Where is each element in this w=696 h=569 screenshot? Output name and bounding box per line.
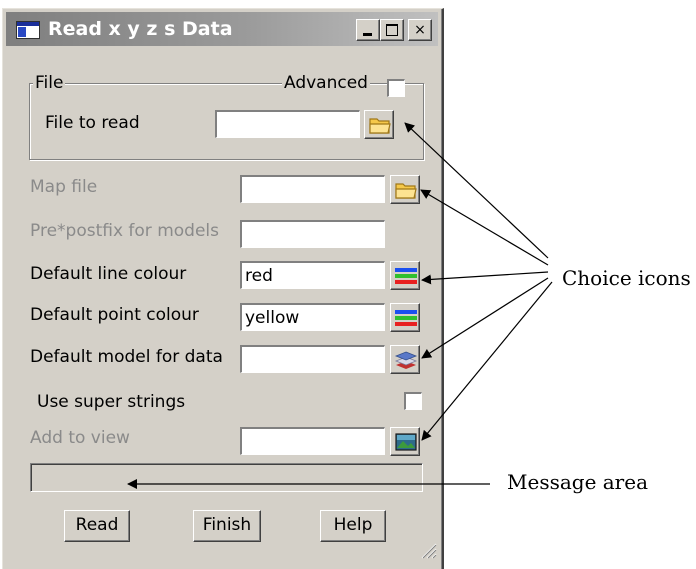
prepostfix-label: Pre*postfix for models (30, 221, 219, 241)
prepostfix-input[interactable] (240, 220, 385, 248)
super-strings-checkbox[interactable] (404, 392, 422, 410)
choice-icons-annotation: Choice icons (562, 266, 691, 290)
folder-icon (369, 118, 391, 134)
add-to-view-input[interactable] (240, 427, 385, 455)
finish-button[interactable]: Finish (193, 510, 261, 542)
window-icon (16, 21, 40, 39)
point-colour-choice-button[interactable] (390, 303, 420, 332)
colour-choice-icon (395, 310, 417, 326)
map-file-folder-button[interactable] (390, 175, 420, 204)
model-choice-button[interactable] (390, 345, 420, 374)
file-to-read-input[interactable] (215, 110, 360, 138)
file-group-legend: File (33, 73, 66, 93)
map-file-input[interactable] (240, 175, 385, 203)
read-button[interactable]: Read (64, 510, 130, 542)
advanced-label: Advanced (282, 73, 370, 93)
line-colour-input[interactable]: red (240, 261, 385, 289)
help-button[interactable]: Help (320, 510, 386, 542)
maximize-button[interactable] (380, 19, 404, 41)
colour-choice-icon (395, 268, 417, 284)
message-area (30, 463, 423, 492)
model-input[interactable] (240, 345, 385, 373)
add-to-view-label: Add to view (30, 428, 130, 448)
folder-icon (395, 183, 417, 199)
minimize-button[interactable] (356, 19, 380, 41)
advanced-checkbox[interactable] (387, 79, 405, 97)
map-file-label: Map file (30, 177, 98, 197)
file-to-read-folder-button[interactable] (364, 110, 394, 139)
point-colour-label: Default point colour (30, 305, 199, 325)
window-title: Read x y z s Data (48, 18, 233, 40)
resize-grip-icon[interactable] (418, 540, 438, 560)
add-to-view-choice-button[interactable] (390, 427, 420, 456)
close-button[interactable]: × (408, 19, 432, 41)
line-colour-label: Default line colour (30, 264, 187, 284)
line-colour-choice-button[interactable] (390, 261, 420, 290)
message-area-annotation: Message area (507, 470, 649, 494)
file-to-read-label: File to read (45, 113, 140, 133)
model-label: Default model for data (30, 347, 223, 367)
view-choice-icon (395, 433, 417, 451)
super-strings-label: Use super strings (37, 392, 186, 412)
point-colour-input[interactable]: yellow (240, 303, 385, 331)
title-bar[interactable]: Read x y z s Data × (6, 12, 438, 46)
model-choice-icon (394, 351, 418, 369)
